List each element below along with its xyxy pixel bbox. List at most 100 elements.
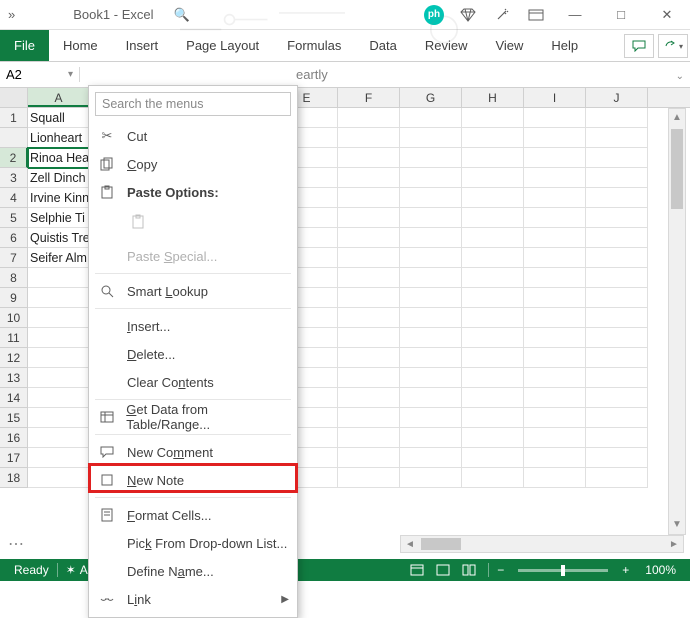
cell[interactable] <box>524 148 586 168</box>
cell[interactable] <box>524 448 586 468</box>
cell[interactable] <box>586 248 648 268</box>
ribbon-display-icon[interactable] <box>526 5 546 25</box>
cell[interactable] <box>586 308 648 328</box>
cell[interactable] <box>524 328 586 348</box>
cell[interactable] <box>338 268 400 288</box>
cell[interactable] <box>524 228 586 248</box>
cell[interactable] <box>28 348 90 368</box>
cell[interactable] <box>400 248 462 268</box>
column-header[interactable]: G <box>400 88 462 107</box>
cell[interactable] <box>524 428 586 448</box>
cell[interactable]: Seifer Alm <box>28 248 90 268</box>
cell[interactable] <box>400 308 462 328</box>
paste-option-button[interactable] <box>125 208 153 236</box>
menu-delete[interactable]: Delete... <box>89 340 297 368</box>
cell[interactable] <box>586 288 648 308</box>
cell[interactable] <box>586 188 648 208</box>
cell[interactable] <box>28 328 90 348</box>
cell[interactable] <box>462 348 524 368</box>
cell[interactable] <box>586 468 648 488</box>
row-header[interactable]: 5 <box>0 208 28 228</box>
cell[interactable] <box>586 448 648 468</box>
row-header[interactable]: 16 <box>0 428 28 448</box>
cell[interactable] <box>338 368 400 388</box>
cell[interactable] <box>28 408 90 428</box>
cell[interactable] <box>28 308 90 328</box>
row-header[interactable]: 1 <box>0 108 28 128</box>
tab-formulas[interactable]: Formulas <box>273 30 355 61</box>
cell[interactable]: Lionheart <box>28 128 90 148</box>
cell[interactable] <box>338 388 400 408</box>
cell[interactable] <box>338 288 400 308</box>
column-header[interactable]: A <box>28 88 90 107</box>
formula-bar-expand-icon[interactable]: ⌄ <box>676 71 684 82</box>
cell[interactable] <box>338 448 400 468</box>
menu-insert[interactable]: Insert... <box>89 312 297 340</box>
cell[interactable] <box>338 168 400 188</box>
cell[interactable] <box>400 408 462 428</box>
row-header[interactable]: 3 <box>0 168 28 188</box>
row-header[interactable] <box>0 128 28 148</box>
cell[interactable] <box>586 268 648 288</box>
tab-page-layout[interactable]: Page Layout <box>172 30 273 61</box>
cell[interactable] <box>462 368 524 388</box>
row-header[interactable]: 17 <box>0 448 28 468</box>
cell[interactable] <box>400 288 462 308</box>
cell[interactable] <box>400 448 462 468</box>
cell[interactable] <box>28 468 90 488</box>
zoom-level[interactable]: 100% <box>637 563 684 577</box>
cell[interactable] <box>524 168 586 188</box>
cell[interactable] <box>524 388 586 408</box>
cell[interactable] <box>524 408 586 428</box>
cell[interactable] <box>586 108 648 128</box>
menu-smart-lookup[interactable]: Smart Lookup <box>89 277 297 305</box>
cell[interactable] <box>400 108 462 128</box>
wand-icon[interactable] <box>492 5 512 25</box>
cell[interactable] <box>462 128 524 148</box>
cell[interactable] <box>586 328 648 348</box>
cell[interactable] <box>586 148 648 168</box>
row-header[interactable]: 13 <box>0 368 28 388</box>
cell[interactable] <box>524 348 586 368</box>
tab-insert[interactable]: Insert <box>112 30 173 61</box>
account-badge[interactable]: ph <box>424 5 444 25</box>
cell[interactable] <box>338 208 400 228</box>
cell[interactable] <box>524 188 586 208</box>
menu-search-input[interactable]: Search the menus <box>95 92 291 116</box>
cell[interactable] <box>462 148 524 168</box>
cell[interactable] <box>400 208 462 228</box>
select-all-corner[interactable] <box>0 88 28 107</box>
cell[interactable] <box>338 428 400 448</box>
menu-pick-from-list[interactable]: Pick From Drop-down List... <box>89 529 297 557</box>
menu-cut[interactable]: ✂ Cut <box>89 122 297 150</box>
cell[interactable] <box>462 168 524 188</box>
cell[interactable] <box>28 388 90 408</box>
formula-bar[interactable]: eartly ⌄ <box>80 67 690 82</box>
cell[interactable] <box>338 108 400 128</box>
cell[interactable] <box>462 108 524 128</box>
row-header[interactable]: 7 <box>0 248 28 268</box>
cell[interactable] <box>338 408 400 428</box>
cell[interactable] <box>586 348 648 368</box>
cell[interactable] <box>524 368 586 388</box>
menu-copy[interactable]: Copy <box>89 150 297 178</box>
cell[interactable] <box>462 328 524 348</box>
scroll-thumb[interactable] <box>671 129 683 209</box>
cell[interactable] <box>586 168 648 188</box>
menu-new-note[interactable]: New Note <box>89 466 297 494</box>
cell[interactable] <box>400 148 462 168</box>
tab-home[interactable]: Home <box>49 30 112 61</box>
zoom-in-button[interactable]: + <box>614 563 637 577</box>
share-button[interactable]: ▾ <box>658 34 688 58</box>
row-header[interactable]: 10 <box>0 308 28 328</box>
row-header[interactable]: 2 <box>0 148 28 168</box>
cell[interactable] <box>586 208 648 228</box>
cell[interactable] <box>400 368 462 388</box>
cell[interactable] <box>524 468 586 488</box>
row-header[interactable]: 6 <box>0 228 28 248</box>
column-header[interactable]: F <box>338 88 400 107</box>
cell[interactable] <box>400 268 462 288</box>
cell[interactable] <box>586 408 648 428</box>
cell[interactable]: Rinoa Hea <box>28 148 90 168</box>
cell[interactable] <box>28 368 90 388</box>
